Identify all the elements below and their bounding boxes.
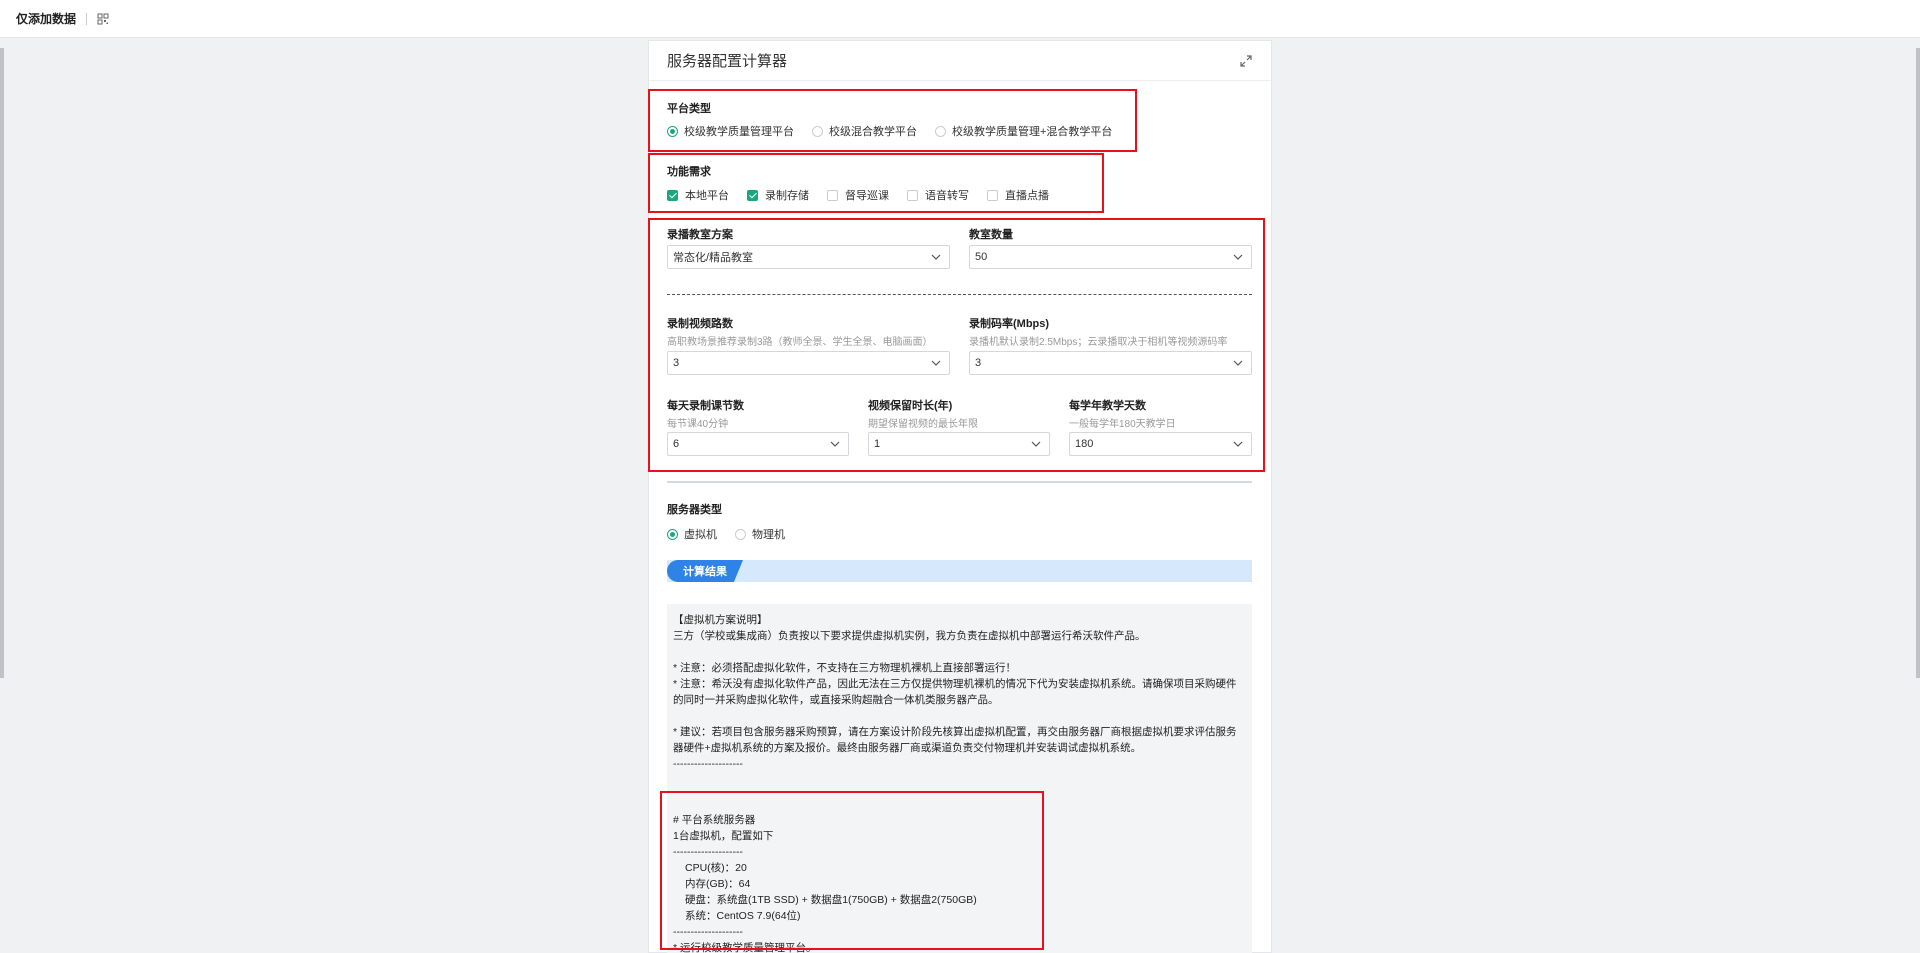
section-divider [667,481,1252,483]
result-line: * 建议：若项目包含服务器采购预算，请在方案设计阶段先核算出虚拟机配置，再交由服… [673,726,1237,754]
server-type-vm[interactable]: 虚拟机 [667,526,717,542]
radio-icon [735,528,746,540]
tab-calculation-result[interactable]: 计算结果 [667,560,743,582]
expand-icon[interactable] [1239,54,1253,68]
option-label: 物理机 [752,529,785,541]
panel-header: 服务器配置计算器 [649,41,1271,81]
result-line: -------------------- [673,758,743,770]
server-type-label: 服务器类型 [667,504,722,516]
qr-icon[interactable] [97,13,109,25]
top-title: 仅添加数据 [16,12,77,26]
highlight-box-recording-params [648,218,1265,472]
radio-icon [667,528,678,540]
left-scroll-edge [0,48,4,678]
divider [86,12,88,25]
option-label: 虚拟机 [684,529,717,541]
result-line: 【虚拟机方案说明】 [673,614,768,626]
server-type-radio-group: 虚拟机 物理机 [667,526,803,542]
result-line: 三方（学校或集成商）负责按以下要求提供虚拟机实例，我方负责在虚拟机中部署运行希沃… [673,630,1146,642]
right-scroll-edge [1916,48,1920,678]
result-tab-bar: 计算结果 [667,560,1252,582]
result-line: * 注意：必须搭配虚拟化软件，不支持在三方物理机裸机上直接部署运行！ [673,662,1017,674]
panel-title: 服务器配置计算器 [667,53,788,70]
highlight-box-features [648,153,1104,213]
highlight-box-platform [648,89,1137,152]
highlight-box-result [660,791,1044,950]
result-line: * 注意：希沃没有虚拟化软件产品，因此无法在三方仅提供物理机裸机的情况下代为安装… [673,678,1237,706]
top-bar: 仅添加数据 [0,0,1920,38]
server-type-physical[interactable]: 物理机 [735,526,785,542]
